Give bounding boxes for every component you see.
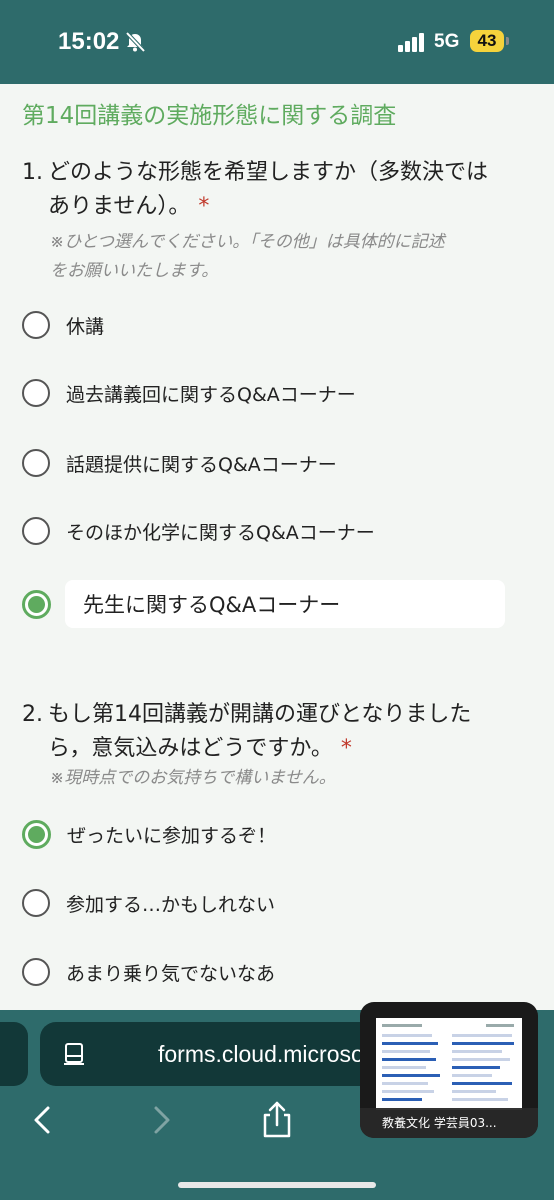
- radio-button[interactable]: [22, 311, 50, 339]
- bell-muted-icon: [125, 31, 146, 53]
- option-chemistry-qa[interactable]: そのほか化学に関するQ&Aコーナー: [22, 511, 375, 551]
- radio-button[interactable]: [22, 889, 50, 917]
- pip-caption: 教養文化 学芸員03...: [360, 1108, 538, 1138]
- battery-icon: 43: [470, 30, 504, 52]
- question-2-number: 2.: [22, 702, 43, 727]
- radio-button-selected[interactable]: [22, 589, 51, 619]
- question-2-note: ※現時点でのお気持ちで構いません。: [50, 768, 336, 788]
- home-indicator[interactable]: [178, 1182, 376, 1188]
- radio-button-selected[interactable]: [22, 819, 51, 849]
- option-past-lecture-qa[interactable]: 過去講義回に関するQ&Aコーナー: [22, 373, 356, 413]
- status-time: 15:02: [58, 28, 120, 55]
- question-2-line2: ら，意気込みはどうですか。 *: [48, 736, 352, 761]
- question-2-text: もし第14回講義が開講の運びとなりました ら，意気込みはどうですか。 *: [48, 698, 538, 766]
- option-not-keen[interactable]: あまり乗り気でないなあ: [22, 952, 275, 992]
- previous-tab[interactable]: [0, 1022, 28, 1086]
- option-maybe-attend[interactable]: 参加する…かもしれない: [22, 883, 275, 923]
- question-1-line1: どのような形態を希望しますか（多数決では: [48, 160, 489, 185]
- required-mark: *: [198, 194, 210, 219]
- selected-option-label: 先生に関するQ&Aコーナー: [65, 580, 505, 628]
- option-teacher-qa[interactable]: 先生に関するQ&Aコーナー: [22, 580, 505, 628]
- network-type: 5G: [434, 31, 460, 52]
- reader-icon[interactable]: [62, 1042, 86, 1066]
- option-topic-qa[interactable]: 話題提供に関するQ&Aコーナー: [22, 443, 337, 483]
- question-1-line2: ありません）。 *: [48, 194, 210, 219]
- battery-tip: [506, 37, 509, 45]
- question-1-note: ※ひとつ選んでください。「その他」は具体的に記述 をお願いいたします。: [50, 232, 445, 281]
- question-1-text: どのような形態を希望しますか（多数決では ありません）。 *: [48, 156, 538, 224]
- radio-button[interactable]: [22, 517, 50, 545]
- question-1-number: 1.: [22, 160, 43, 185]
- pip-slide-thumbnail: [376, 1018, 522, 1110]
- option-definitely-attend[interactable]: ぜったいに参加するぞ！: [22, 814, 276, 854]
- option-kyuko[interactable]: 休講: [22, 305, 104, 345]
- form-title: 第14回講義の実施形態に関する調査: [22, 103, 397, 129]
- required-mark: *: [340, 736, 352, 761]
- forward-icon[interactable]: [142, 1102, 178, 1138]
- radio-button[interactable]: [22, 449, 50, 477]
- picture-in-picture-video[interactable]: 教養文化 学芸員03...: [360, 1002, 538, 1138]
- radio-button[interactable]: [22, 379, 50, 407]
- signal-icon: [398, 33, 424, 52]
- share-icon[interactable]: [258, 1100, 296, 1140]
- radio-button[interactable]: [22, 958, 50, 986]
- back-icon[interactable]: [26, 1102, 62, 1138]
- url-text: forms.cloud.microsoft: [158, 1041, 377, 1067]
- question-2-line1: もし第14回講義が開講の運びとなりました: [48, 702, 472, 727]
